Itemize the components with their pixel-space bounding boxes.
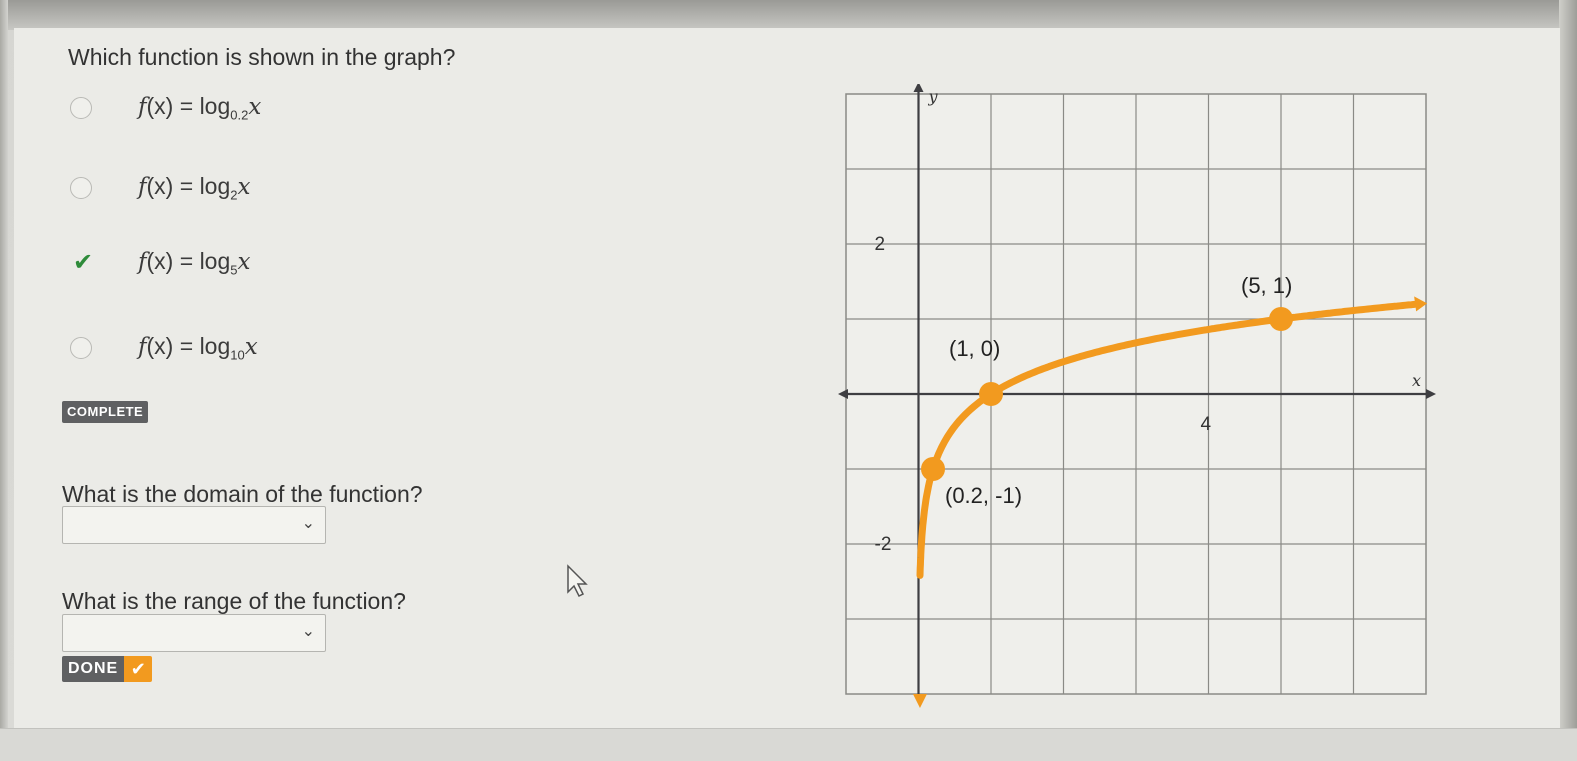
range-dropdown[interactable]: ⌄ (62, 614, 326, 652)
point-label: (1, 0) (949, 336, 1000, 361)
y-axis-arrow (913, 84, 924, 92)
formula: f(x) = log2x (138, 173, 251, 203)
question-text: Which function is shown in the graph? (68, 44, 456, 70)
formula: f(x) = log0.2x (138, 93, 262, 123)
data-point (979, 382, 1003, 406)
data-point (1269, 307, 1293, 331)
done-button[interactable]: DONE ✔ (62, 656, 153, 682)
x-axis-arrow-left (838, 389, 848, 399)
checkmark-icon: ✔ (72, 249, 94, 276)
domain-question: What is the domain of the function? (62, 481, 423, 507)
done-label: DONE (62, 656, 125, 682)
chevron-down-icon: ⌄ (301, 623, 315, 640)
option-log-0.2[interactable]: f(x) = log0.2x (70, 91, 261, 125)
x-axis-arrow-right (1426, 389, 1436, 399)
range-question: What is the range of the function? (62, 588, 406, 614)
right-edge (1559, 0, 1577, 760)
x-axis-label: x (1412, 371, 1421, 390)
option-log-2[interactable]: f(x) = log2x (70, 171, 250, 205)
tick-label: 4 (1201, 414, 1212, 435)
complete-badge: COMPLETE (62, 401, 149, 423)
formula: f(x) = log10x (138, 333, 258, 363)
function-graph: x y 2 -2 4 (0.2, -1) (1, 0) (5, 1) (838, 84, 1436, 708)
curve-arrow-bottom (912, 694, 927, 708)
radio-button[interactable] (70, 177, 92, 199)
radio-button[interactable] (70, 97, 92, 119)
point-label: (0.2, -1) (945, 483, 1022, 508)
point-label: (5, 1) (1241, 273, 1292, 298)
radio-button[interactable] (70, 337, 92, 359)
tick-label: -2 (875, 534, 892, 555)
chevron-down-icon: ⌄ (301, 515, 315, 532)
done-check-icon: ✔ (124, 656, 153, 682)
tick-label: 2 (875, 234, 886, 255)
option-log-10[interactable]: f(x) = log10x (70, 331, 258, 365)
bottom-strip (0, 728, 1577, 761)
option-log-5[interactable]: ✔ f(x) = log5x (70, 246, 251, 280)
domain-dropdown[interactable]: ⌄ (62, 506, 326, 544)
formula: f(x) = log5x (138, 248, 251, 278)
y-axis-label: y (928, 87, 939, 106)
data-point (921, 457, 945, 481)
top-bar (0, 0, 1577, 30)
left-edge (0, 0, 8, 760)
mouse-cursor-icon (567, 564, 588, 598)
